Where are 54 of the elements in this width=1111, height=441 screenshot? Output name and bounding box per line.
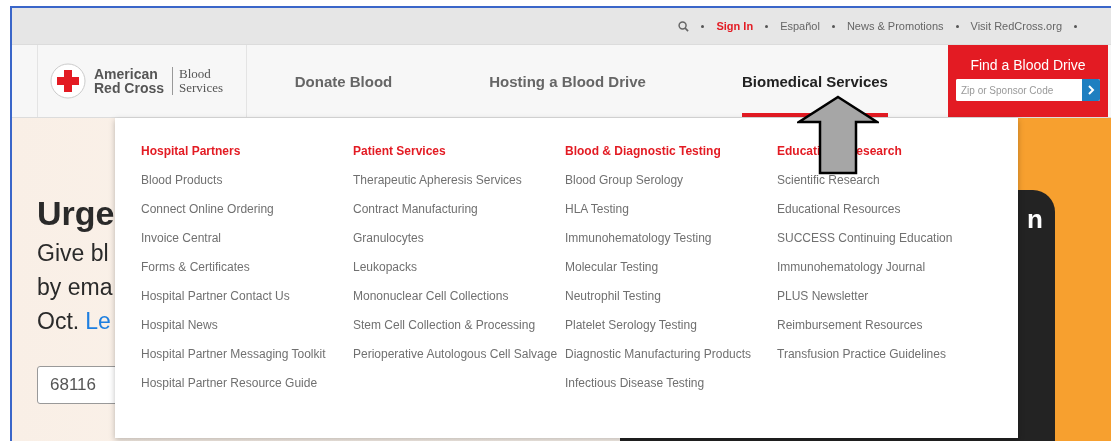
search-icon[interactable] bbox=[678, 20, 690, 32]
menu-item[interactable]: Therapeutic Apheresis Services bbox=[353, 173, 522, 188]
nav-tab[interactable]: Donate Blood bbox=[294, 45, 393, 117]
top-link[interactable]: Visit RedCross.org bbox=[970, 20, 1062, 32]
menu-item[interactable]: Blood Products bbox=[141, 173, 223, 188]
promo-card-text: n bbox=[1027, 204, 1043, 234]
go-button[interactable] bbox=[1082, 79, 1100, 101]
logo-name: American Red Cross bbox=[94, 67, 165, 95]
menu-item[interactable]: Stem Cell Collection & Processing bbox=[353, 318, 536, 333]
menu-heading: Hospital Partners bbox=[141, 144, 241, 159]
menu-item[interactable]: Hospital Partner Contact Us bbox=[141, 289, 290, 304]
hero-link[interactable]: Le bbox=[85, 304, 111, 338]
top-link[interactable]: Español bbox=[780, 20, 820, 32]
menu-item[interactable]: Hospital News bbox=[141, 318, 218, 333]
cross-logo-icon[interactable] bbox=[50, 63, 86, 99]
menu-item[interactable]: Mononuclear Cell Collections bbox=[353, 289, 509, 304]
menu-item[interactable]: Immunohematology Testing bbox=[565, 231, 712, 246]
menu-item[interactable]: Immunohematology Journal bbox=[777, 260, 926, 275]
menu-item[interactable]: Scientific Research bbox=[777, 173, 880, 188]
menu-item[interactable]: Leukopacks bbox=[353, 260, 418, 275]
menu-item[interactable]: Molecular Testing bbox=[565, 260, 659, 275]
menu-item[interactable]: Forms & Certificates bbox=[141, 260, 250, 275]
menu-item[interactable]: HLA Testing bbox=[565, 202, 629, 217]
zip-search-field[interactable]: Zip or Sponsor Code bbox=[956, 79, 1100, 101]
menu-item[interactable]: Diagnostic Manufacturing Products bbox=[565, 347, 752, 362]
hero-text: Give bl bbox=[37, 239, 109, 268]
sign-in-link[interactable]: Sign In bbox=[716, 20, 754, 32]
menu-heading: Patient Services bbox=[353, 144, 446, 159]
top-link[interactable]: News & Promotions bbox=[846, 20, 944, 32]
hero-text: Oct. bbox=[37, 307, 80, 336]
menu-heading: esearch bbox=[856, 144, 902, 159]
menu-item[interactable]: Invoice Central bbox=[141, 231, 222, 246]
menu-item[interactable]: Connect Online Ordering bbox=[141, 202, 274, 217]
chevron-right-icon bbox=[1087, 85, 1095, 95]
menu-item[interactable]: PLUS Newsletter bbox=[777, 289, 869, 304]
menu-heading: Blood & Diagnostic Testing bbox=[565, 144, 721, 159]
menu-item[interactable]: Blood Group Serology bbox=[565, 173, 684, 188]
menu-heading: Educati bbox=[777, 144, 821, 159]
hero-headline: Urge bbox=[37, 193, 115, 234]
menu-item[interactable]: Granulocytes bbox=[353, 231, 424, 246]
menu-item[interactable]: SUCCESS Continuing Education bbox=[777, 231, 953, 246]
menu-item[interactable]: Infectious Disease Testing bbox=[565, 376, 705, 391]
menu-item[interactable]: Platelet Serology Testing bbox=[565, 318, 697, 333]
hero-text: by ema bbox=[37, 273, 113, 302]
menu-item[interactable]: Educational Resources bbox=[777, 202, 901, 217]
menu-item[interactable]: Neutrophil Testing bbox=[565, 289, 661, 304]
menu-item[interactable]: Perioperative Autologous Cell Salvage bbox=[353, 347, 558, 362]
logo-division: Blood Services bbox=[172, 67, 224, 95]
find-drive-title: Find a Blood Drive bbox=[970, 57, 1086, 73]
menu-item[interactable]: Contract Manufacturing bbox=[353, 202, 478, 217]
nav-tab[interactable]: Hosting a Blood Drive bbox=[489, 45, 646, 117]
menu-item[interactable]: Reimbursement Resources bbox=[777, 318, 923, 333]
menu-item[interactable]: Transfusion Practice Guidelines bbox=[777, 347, 946, 362]
menu-item[interactable]: Hospital Partner Messaging Toolkit bbox=[141, 347, 326, 362]
